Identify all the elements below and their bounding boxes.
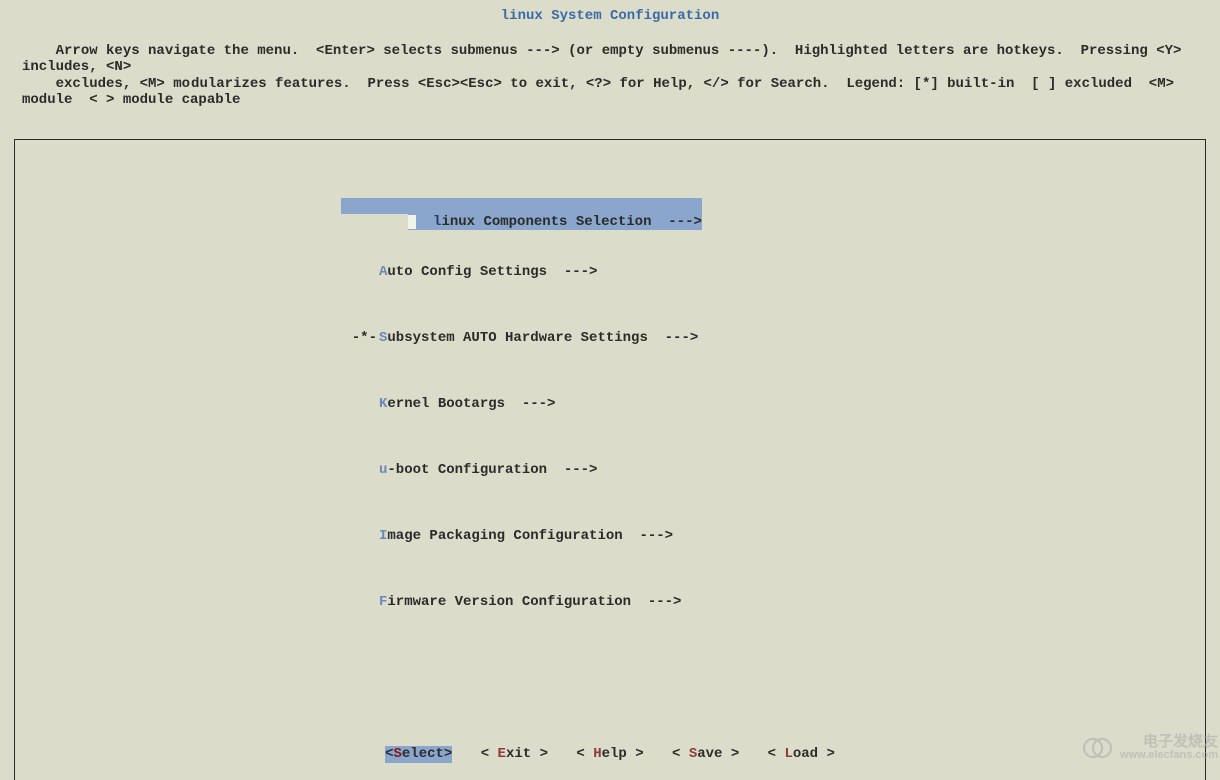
menu-label: ernel Bootargs ---> <box>387 396 555 412</box>
menu-item-subsystem-auto-hw[interactable]: -*-Subsystem AUTO Hardware Settings ---> <box>341 330 702 347</box>
help-line2a: excludes, <M> mo <box>56 76 190 92</box>
button-hotkey: L <box>784 746 792 762</box>
save-button[interactable]: < Save > <box>672 746 739 763</box>
menu-label: irmware Version Configuration ---> <box>387 594 681 610</box>
menu-label: inux Components Selection ---> <box>441 214 701 230</box>
menu-item-image-packaging[interactable]: Image Packaging Configuration ---> <box>341 528 702 545</box>
menu-prefix <box>341 462 377 479</box>
menu-item-kernel-bootargs[interactable]: Kernel Bootargs ---> <box>341 396 702 413</box>
menu-item-uboot-config[interactable]: u-boot Configuration ---> <box>341 462 702 479</box>
menu-prefix <box>341 528 377 545</box>
select-button[interactable]: <Select> <box>385 746 452 763</box>
load-button[interactable]: < Load > <box>768 746 835 763</box>
menu-item-firmware-version[interactable]: Firmware Version Configuration ---> <box>341 594 702 611</box>
menu-prefix: -*- <box>341 330 377 347</box>
menu-frame: linux Components Selection ---> Auto Con… <box>14 139 1206 780</box>
help-text: Arrow keys navigate the menu. <Enter> se… <box>12 26 1208 125</box>
help-button[interactable]: < Help > <box>576 746 643 763</box>
menu-item-auto-config[interactable]: Auto Config Settings ---> <box>341 264 702 281</box>
menu-label: uto Config Settings ---> <box>387 264 597 280</box>
button-bar: <Select> < Exit > < Help > < Save > < Lo… <box>0 746 1220 764</box>
button-hotkey: S <box>394 746 402 762</box>
button-hotkey: H <box>593 746 601 762</box>
menu-prefix <box>341 396 377 413</box>
exit-button[interactable]: < Exit > <box>481 746 548 763</box>
menu-label: -boot Configuration ---> <box>387 462 597 478</box>
menu-prefix <box>341 264 377 281</box>
menu-label: mage Packaging Configuration ---> <box>387 528 673 544</box>
menu-prefix <box>341 594 377 611</box>
window-title-row: linux System Configuration <box>12 8 1208 24</box>
window-title: linux System Configuration <box>501 8 719 25</box>
menu-label: ubsystem AUTO Hardware Settings ---> <box>387 330 698 346</box>
button-hotkey: S <box>689 746 697 762</box>
menu-list: linux Components Selection ---> Auto Con… <box>341 148 702 660</box>
button-hotkey: E <box>498 746 506 762</box>
help-line1: Arrow keys navigate the menu. <Enter> se… <box>22 43 1190 76</box>
menu-item-linux-components[interactable]: linux Components Selection ---> <box>341 198 702 215</box>
